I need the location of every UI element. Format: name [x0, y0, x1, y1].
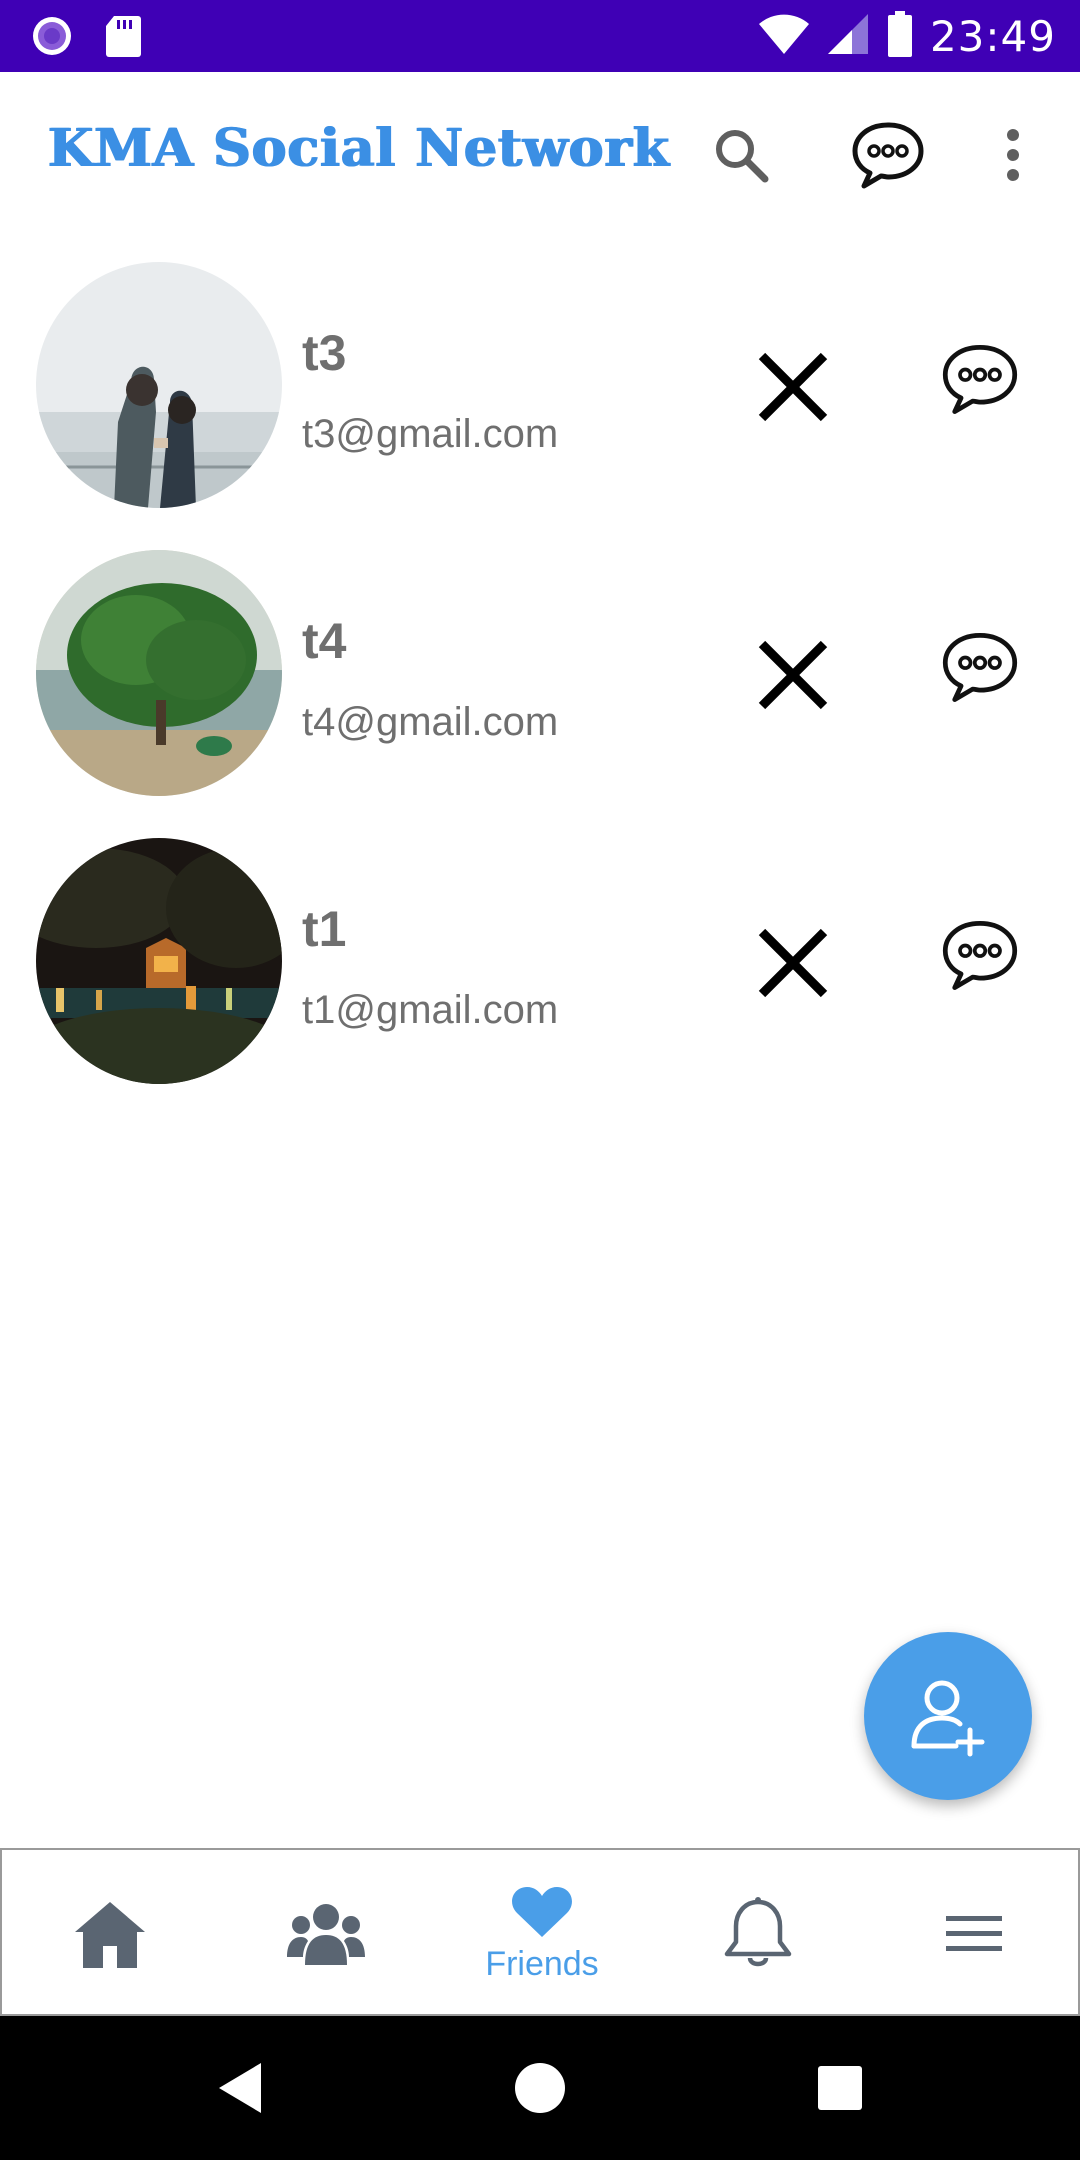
message-friend-button[interactable]: [940, 918, 1030, 1008]
remove-friend-button[interactable]: [748, 918, 838, 1008]
friend-name: t3: [302, 325, 347, 381]
remove-friend-button[interactable]: [748, 342, 838, 432]
recents-icon[interactable]: [804, 2052, 876, 2124]
message-friend-button[interactable]: [940, 630, 1030, 720]
home-icon: [75, 1902, 145, 1968]
app-title: KMA Social Network: [48, 118, 670, 179]
back-icon[interactable]: [204, 2052, 276, 2124]
friend-email: t3@gmail.com: [302, 412, 559, 456]
chat-bubble-icon[interactable]: [850, 120, 926, 190]
battery-icon: [886, 10, 914, 63]
avatar[interactable]: [36, 262, 282, 508]
nav-label-friends: Friends: [485, 1944, 599, 1983]
friend-name: t1: [302, 901, 347, 957]
groups-icon: [287, 1904, 365, 1965]
status-time: 23:49: [929, 11, 1056, 61]
bottom-navigation: Friends: [0, 1848, 1080, 2016]
add-user-icon: [911, 1680, 985, 1757]
cell-signal-icon: [826, 12, 870, 61]
chat-bubble-icon: [942, 921, 1018, 990]
wifi-icon: [758, 12, 810, 61]
list-item[interactable]: t3 t3@gmail.com: [0, 232, 1080, 520]
search-icon[interactable]: [706, 120, 776, 190]
chat-bubble-icon: [942, 345, 1018, 414]
overflow-menu-icon[interactable]: [980, 120, 1046, 190]
avatar[interactable]: [36, 550, 282, 796]
nav-item-menu[interactable]: [866, 1850, 1080, 2018]
nav-item-notifications[interactable]: [650, 1850, 866, 2018]
app-bar: KMA Social Network: [0, 72, 1080, 232]
nav-item-groups[interactable]: [218, 1850, 434, 2018]
message-friend-button[interactable]: [940, 342, 1030, 432]
close-icon: [758, 928, 828, 998]
chat-bubble-icon: [942, 633, 1018, 702]
list-item[interactable]: t1 t1@gmail.com: [0, 808, 1080, 1096]
status-bar: 23:49: [0, 0, 1080, 72]
friend-list: t3 t3@gmail.com t4 t4@gmail.com t1 t1@gm…: [0, 232, 1080, 1096]
friend-email: t1@gmail.com: [302, 988, 559, 1032]
nav-item-home[interactable]: [2, 1850, 218, 2018]
remove-friend-button[interactable]: [748, 630, 838, 720]
recording-icon: [30, 14, 74, 63]
sd-card-icon: [104, 14, 142, 63]
home-circle-icon[interactable]: [504, 2052, 576, 2124]
nav-item-friends[interactable]: Friends: [434, 1850, 650, 2018]
friend-name: t4: [302, 613, 347, 669]
system-navigation-bar: [0, 2016, 1080, 2160]
avatar[interactable]: [36, 838, 282, 1084]
close-icon: [758, 640, 828, 710]
heart-icon: [512, 1886, 572, 1937]
add-friend-fab[interactable]: [864, 1632, 1032, 1800]
hamburger-menu-icon: [946, 1916, 1002, 1951]
list-item[interactable]: t4 t4@gmail.com: [0, 520, 1080, 808]
close-icon: [758, 352, 828, 422]
friend-email: t4@gmail.com: [302, 700, 559, 744]
bell-icon: [724, 1897, 792, 1967]
